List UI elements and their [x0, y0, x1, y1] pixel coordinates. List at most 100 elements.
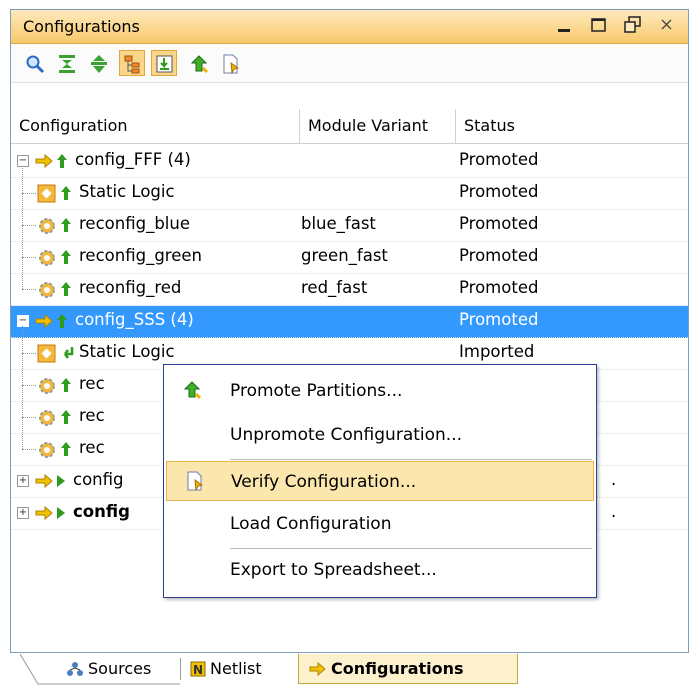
expand-toggle-icon[interactable]: +: [17, 475, 29, 487]
menu-item-verify-configuration[interactable]: Verify Configuration...: [166, 461, 594, 501]
column-header-status[interactable]: Status: [456, 109, 688, 143]
verify-icon[interactable]: [217, 50, 243, 76]
menu-item-promote-partitions[interactable]: Promote Partitions...: [166, 371, 594, 411]
tree-row-config-sss[interactable]: − config_SSS (4) Promoted: [11, 306, 688, 338]
row-name: config_SSS (4): [75, 310, 194, 329]
reconfig-module-icon: [39, 410, 55, 426]
toolbar: [11, 44, 688, 83]
promoted-icon: [61, 442, 71, 456]
promoted-icon: [61, 378, 71, 392]
row-module: green_fast: [301, 246, 388, 265]
menu-item-load-configuration[interactable]: Load Configuration: [166, 504, 594, 544]
menu-item-label: Promote Partitions...: [230, 381, 403, 401]
promote-icon[interactable]: [185, 50, 211, 76]
promoted-icon: [61, 218, 71, 232]
row-module: red_fast: [301, 278, 368, 297]
panel-title: Configurations: [23, 17, 140, 36]
reconfig-module-icon: [39, 378, 55, 394]
tree-row-reconfig-green[interactable]: reconfig_green green_fast Promoted: [11, 226, 688, 274]
row-status: Promoted: [459, 150, 539, 169]
menu-separator: [230, 548, 592, 549]
config-arrow-icon: [35, 153, 53, 169]
static-logic-icon: [37, 184, 56, 203]
row-status: Promoted: [459, 214, 539, 233]
verify-icon: [187, 471, 204, 491]
tab-configurations[interactable]: Configurations: [298, 654, 518, 684]
row-status: .: [611, 502, 617, 521]
row-name: config_FFF (4): [75, 150, 191, 169]
netlist-icon: N: [190, 661, 206, 677]
collapse-toggle-icon[interactable]: −: [17, 155, 29, 167]
table-header: Configuration Module Variant Status: [11, 109, 688, 144]
collapse-all-icon[interactable]: [53, 50, 79, 76]
menu-item-label: Unpromote Configuration...: [230, 425, 463, 445]
row-name: Static Logic: [79, 342, 175, 361]
svg-text:N: N: [193, 663, 203, 677]
tree-row-reconfig-red[interactable]: reconfig_red red_fast Promoted: [11, 258, 688, 306]
menu-item-label: Export to Spreadsheet...: [230, 560, 437, 580]
promoted-icon: [57, 314, 67, 328]
row-name: config: [73, 502, 130, 521]
tree-row-reconfig-blue[interactable]: reconfig_blue blue_fast Promoted: [11, 194, 688, 242]
promoted-icon: [57, 154, 67, 168]
tree-row-static-logic[interactable]: Static Logic Promoted: [11, 166, 688, 210]
row-name: reconfig_blue: [79, 214, 190, 233]
reconfig-module-icon: [39, 250, 55, 266]
bottom-tabs: Sources N Netlist Configurations: [0, 650, 694, 685]
imported-icon: [64, 347, 74, 359]
show-all-icon[interactable]: [151, 50, 177, 76]
reconfig-module-icon: [39, 218, 55, 234]
menu-item-export-to-spreadsheet[interactable]: Export to Spreadsheet...: [166, 550, 594, 590]
row-status: Promoted: [459, 246, 539, 265]
close-icon[interactable]: [656, 14, 678, 36]
row-name: reconfig_red: [79, 278, 182, 297]
row-status: Imported: [459, 342, 535, 361]
row-name: rec: [79, 406, 105, 425]
expand-all-icon[interactable]: [85, 50, 111, 76]
promoted-icon: [61, 250, 71, 264]
config-arrow-icon: [35, 473, 53, 489]
collapse-toggle-icon[interactable]: −: [17, 315, 29, 327]
panel-title-bar: Configurations: [11, 10, 688, 44]
row-name: config: [73, 470, 124, 489]
hierarchy-icon[interactable]: [119, 50, 145, 76]
play-icon: [57, 475, 65, 487]
tab-label: Configurations: [331, 659, 464, 678]
reconfig-module-icon: [39, 442, 55, 458]
minimize-icon[interactable]: [554, 14, 576, 36]
maximize-icon[interactable]: [588, 14, 610, 36]
expand-toggle-icon[interactable]: +: [17, 507, 29, 519]
tab-label: Netlist: [210, 659, 262, 678]
row-status: Promoted: [459, 310, 539, 329]
row-status: .: [611, 470, 617, 489]
search-icon[interactable]: [21, 50, 47, 76]
row-name: reconfig_green: [79, 246, 202, 265]
menu-item-label: Verify Configuration...: [231, 472, 417, 492]
menu-separator: [230, 459, 592, 460]
row-status: Promoted: [459, 278, 539, 297]
promoted-icon: [61, 186, 71, 200]
row-status: Promoted: [459, 182, 539, 201]
row-name: Static Logic: [79, 182, 175, 201]
row-name: rec: [79, 374, 105, 393]
config-arrow-icon: [35, 313, 53, 329]
static-logic-icon: [37, 344, 56, 363]
config-arrow-icon: [35, 505, 53, 521]
float-icon[interactable]: [622, 14, 644, 36]
reconfig-module-icon: [39, 282, 55, 298]
menu-item-label: Load Configuration: [230, 514, 392, 534]
context-menu: Promote Partitions... Unpromote Configur…: [163, 364, 597, 598]
promote-icon: [183, 381, 202, 400]
row-name: rec: [79, 438, 105, 457]
column-header-configuration[interactable]: Configuration: [11, 109, 300, 143]
menu-item-unpromote-configuration[interactable]: Unpromote Configuration...: [166, 415, 594, 455]
promoted-icon: [61, 410, 71, 424]
row-module: blue_fast: [301, 214, 376, 233]
tree-row-config-fff[interactable]: − config_FFF (4) Promoted: [11, 146, 688, 178]
play-icon: [57, 507, 65, 519]
tab-label: Sources: [88, 659, 152, 678]
promoted-icon: [61, 282, 71, 296]
configurations-icon: [309, 662, 326, 676]
column-header-module-variant[interactable]: Module Variant: [300, 109, 456, 143]
sources-icon: [67, 662, 83, 676]
